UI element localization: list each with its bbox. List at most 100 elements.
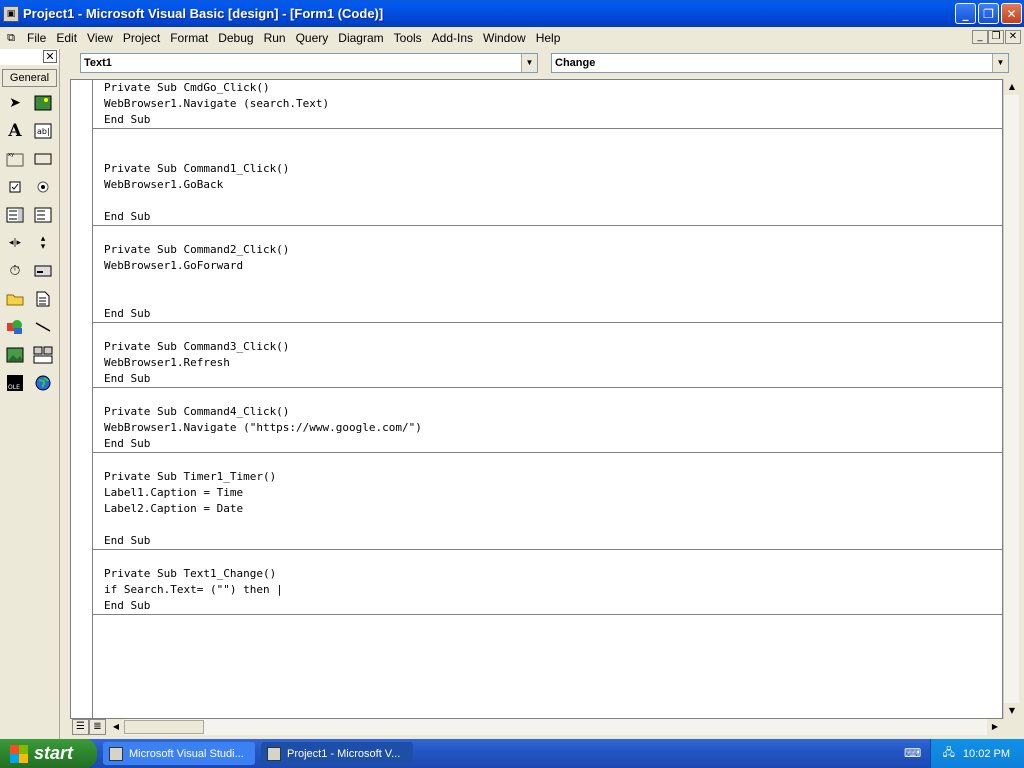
commandbutton-icon[interactable] xyxy=(32,148,54,170)
code-line[interactable]: Private Sub Command2_Click() xyxy=(104,242,1002,258)
mdi-restore-button[interactable]: ❐ xyxy=(988,30,1004,44)
toolbox-general-tab[interactable]: General xyxy=(2,69,57,87)
menu-format[interactable]: Format xyxy=(165,31,213,45)
code-line[interactable]: End Sub xyxy=(104,112,1002,128)
title-bar[interactable]: ▣ Project1 - Microsoft Visual Basic [des… xyxy=(0,0,1024,27)
toolbox-close-button[interactable]: ✕ xyxy=(43,50,57,63)
hscrollbar-icon[interactable]: ◂|▸ xyxy=(4,232,26,254)
close-button[interactable]: ✕ xyxy=(1001,3,1022,24)
code-editor[interactable]: Private Sub CmdGo_Click() WebBrowser1.Nav… xyxy=(70,79,1003,719)
code-line[interactable]: Label1.Caption = Time xyxy=(104,485,1002,501)
procedure-block[interactable]: Private Sub Command2_Click() WebBrowser1.… xyxy=(93,226,1002,323)
start-button[interactable]: start xyxy=(0,739,97,768)
procedure-view-button[interactable]: ☰ xyxy=(72,719,89,735)
mdi-close-button[interactable]: ✕ xyxy=(1005,30,1021,44)
drivelistbox-icon[interactable] xyxy=(32,260,54,282)
code-line[interactable] xyxy=(104,274,1002,290)
menu-help[interactable]: Help xyxy=(531,31,566,45)
code-line[interactable]: Label2.Caption = Date xyxy=(104,501,1002,517)
code-line[interactable] xyxy=(104,388,1002,404)
toolbox-splitter[interactable] xyxy=(60,49,68,739)
filelistbox-icon[interactable] xyxy=(32,288,54,310)
menu-query[interactable]: Query xyxy=(291,31,334,45)
scroll-up-icon[interactable]: ▲ xyxy=(1004,79,1020,95)
procedure-block[interactable]: Private Sub Timer1_Timer() Label1.Caption… xyxy=(93,453,1002,550)
code-line[interactable] xyxy=(104,550,1002,566)
scroll-right-icon[interactable]: ▶ xyxy=(987,719,1003,735)
scroll-left-icon[interactable]: ◀ xyxy=(108,719,124,735)
code-line[interactable] xyxy=(104,453,1002,469)
horizontal-scroll-thumb[interactable] xyxy=(124,720,204,734)
procedure-block[interactable]: Private Sub CmdGo_Click() WebBrowser1.Nav… xyxy=(93,80,1002,129)
listbox-icon[interactable] xyxy=(32,204,54,226)
full-module-view-button[interactable]: ≣ xyxy=(89,719,106,735)
combobox-icon[interactable] xyxy=(4,204,26,226)
procedure-block[interactable]: Private Sub Command4_Click() WebBrowser1.… xyxy=(93,388,1002,453)
shape-icon[interactable] xyxy=(4,316,26,338)
code-line[interactable]: WebBrowser1.GoForward xyxy=(104,258,1002,274)
horizontal-scrollbar[interactable]: ◀ ▶ xyxy=(108,719,1003,735)
vb-app-icon[interactable]: ▣ xyxy=(3,5,19,22)
code-line[interactable]: Private Sub Command1_Click() xyxy=(104,161,1002,177)
menu-debug[interactable]: Debug xyxy=(213,31,258,45)
dirlistbox-icon[interactable] xyxy=(4,288,26,310)
image-icon[interactable] xyxy=(4,344,26,366)
menu-diagram[interactable]: Diagram xyxy=(333,31,388,45)
code-line[interactable]: End Sub xyxy=(104,209,1002,225)
code-line[interactable] xyxy=(104,129,1002,145)
margin-indicator-bar[interactable] xyxy=(71,80,93,718)
minimize-button[interactable]: _ xyxy=(955,3,976,24)
code-line[interactable]: Private Sub Command3_Click() xyxy=(104,339,1002,355)
ole-icon[interactable]: OLE xyxy=(4,372,26,394)
code-line[interactable] xyxy=(104,193,1002,209)
code-line[interactable]: Private Sub Text1_Change() xyxy=(104,566,1002,582)
menu-file[interactable]: File xyxy=(22,31,51,45)
code-line[interactable]: WebBrowser1.Navigate ("https://www.googl… xyxy=(104,420,1002,436)
code-line[interactable]: End Sub xyxy=(104,436,1002,452)
code-line[interactable]: Private Sub Timer1_Timer() xyxy=(104,469,1002,485)
object-combo[interactable]: Text1 ▼ xyxy=(80,53,538,73)
code-line[interactable]: Private Sub Command4_Click() xyxy=(104,404,1002,420)
procedure-combo-dropdown-icon[interactable]: ▼ xyxy=(992,54,1008,72)
code-line[interactable]: WebBrowser1.Navigate (search.Text) xyxy=(104,96,1002,112)
code-text[interactable]: Private Sub CmdGo_Click() WebBrowser1.Nav… xyxy=(93,80,1002,615)
menu-view[interactable]: View xyxy=(82,31,118,45)
label-icon[interactable]: A xyxy=(4,120,26,142)
code-line[interactable] xyxy=(104,323,1002,339)
textbox-icon[interactable]: ab| xyxy=(32,120,54,142)
code-line[interactable]: WebBrowser1.GoBack xyxy=(104,177,1002,193)
checkbox-icon[interactable] xyxy=(4,176,26,198)
menu-run[interactable]: Run xyxy=(259,31,291,45)
object-combo-dropdown-icon[interactable]: ▼ xyxy=(521,54,537,72)
code-line[interactable]: Private Sub CmdGo_Click() xyxy=(104,80,1002,96)
picturebox-icon[interactable] xyxy=(32,92,54,114)
menu-tools[interactable]: Tools xyxy=(389,31,427,45)
restore-button[interactable]: ❐ xyxy=(978,3,999,24)
code-line[interactable]: WebBrowser1.Refresh xyxy=(104,355,1002,371)
taskbar-item-project1[interactable]: Project1 - Microsoft V... xyxy=(261,742,413,765)
menu-project[interactable]: Project xyxy=(118,31,165,45)
keyboard-icon[interactable]: ⌨ xyxy=(904,746,921,760)
procedure-block[interactable]: Private Sub Command3_Click() WebBrowser1.… xyxy=(93,323,1002,388)
procedure-block[interactable]: Private Sub Text1_Change() if Search.Text… xyxy=(93,550,1002,615)
menu-addins[interactable]: Add-Ins xyxy=(427,31,478,45)
code-line[interactable] xyxy=(104,226,1002,242)
pointer-icon[interactable]: ➤ xyxy=(4,92,26,114)
procedure-combo[interactable]: Change ▼ xyxy=(551,53,1009,73)
line-icon[interactable] xyxy=(32,316,54,338)
code-line[interactable]: End Sub xyxy=(104,598,1002,614)
code-line[interactable] xyxy=(104,517,1002,533)
code-line[interactable]: End Sub xyxy=(104,533,1002,549)
taskbar-item-vs[interactable]: Microsoft Visual Studi... xyxy=(103,742,255,765)
code-line[interactable]: End Sub xyxy=(104,371,1002,387)
code-line[interactable]: if Search.Text= ("") then | xyxy=(104,582,1002,598)
mdi-minimize-button[interactable]: _ xyxy=(972,30,988,44)
frame-icon[interactable]: xy xyxy=(4,148,26,170)
code-line[interactable]: End Sub xyxy=(104,306,1002,322)
vscrollbar-icon[interactable]: ▴ ▾ xyxy=(32,232,54,254)
code-line[interactable] xyxy=(104,290,1002,306)
clock[interactable]: 10:02 PM xyxy=(963,748,1010,760)
timer-icon[interactable]: ⏱ xyxy=(4,260,26,282)
network-icon[interactable]: 🖧 xyxy=(943,744,955,763)
menu-edit[interactable]: Edit xyxy=(51,31,82,45)
